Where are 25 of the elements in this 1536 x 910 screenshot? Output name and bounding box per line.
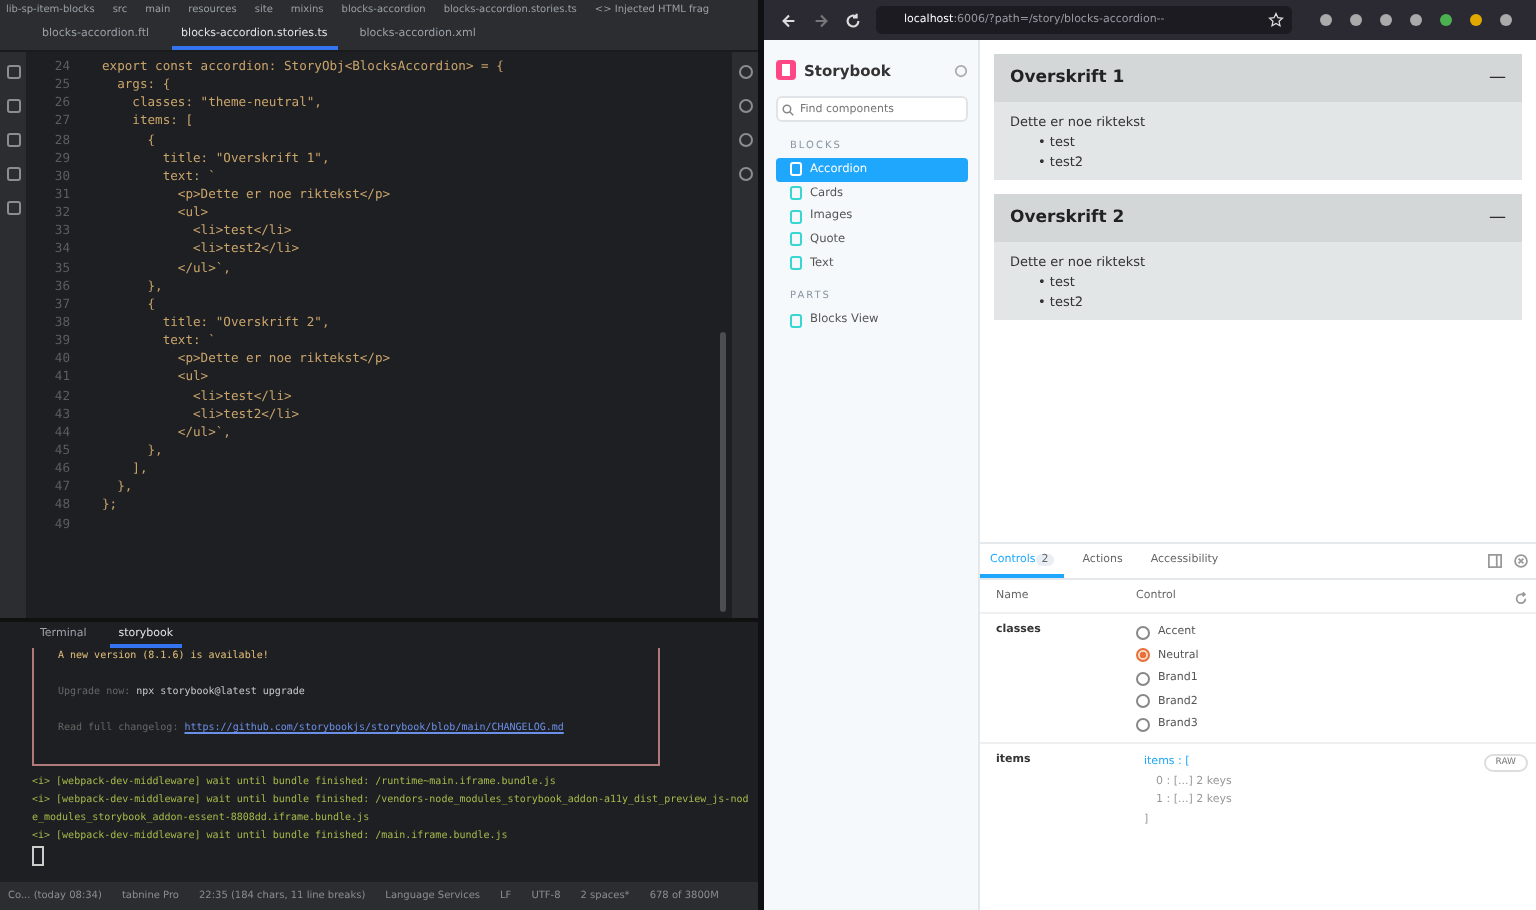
terminal-cursor <box>32 846 44 866</box>
tool-window-icon[interactable] <box>5 200 21 216</box>
tool-window-icon[interactable] <box>5 166 21 182</box>
forward-icon[interactable] <box>812 11 830 29</box>
close-icon[interactable] <box>1514 554 1528 568</box>
accordion-header[interactable]: Overskrift 1 — <box>994 54 1522 102</box>
star-icon[interactable] <box>1268 12 1284 28</box>
collapse-toggle[interactable]: — <box>1489 68 1506 88</box>
accordion-header[interactable]: Overskrift 2 — <box>994 194 1522 242</box>
tool-window-icon[interactable] <box>737 64 753 80</box>
story-icon <box>790 313 802 328</box>
search-icon <box>782 103 794 115</box>
tool-window-icon[interactable] <box>737 166 753 182</box>
reset-icon[interactable] <box>1514 590 1528 604</box>
tool-window-icon[interactable] <box>737 98 753 114</box>
back-icon[interactable] <box>780 11 798 29</box>
scrollbar[interactable] <box>720 332 726 612</box>
tool-window-icon[interactable] <box>5 64 21 80</box>
reload-icon[interactable] <box>844 11 862 29</box>
tool-window-icon[interactable] <box>5 98 21 114</box>
collapse-toggle[interactable]: — <box>1489 208 1506 228</box>
tool-window-icon[interactable] <box>737 132 753 148</box>
storybook-logo-icon <box>776 60 796 80</box>
panel-layout-icon[interactable] <box>1488 554 1502 568</box>
tool-window-icon[interactable] <box>5 132 21 148</box>
